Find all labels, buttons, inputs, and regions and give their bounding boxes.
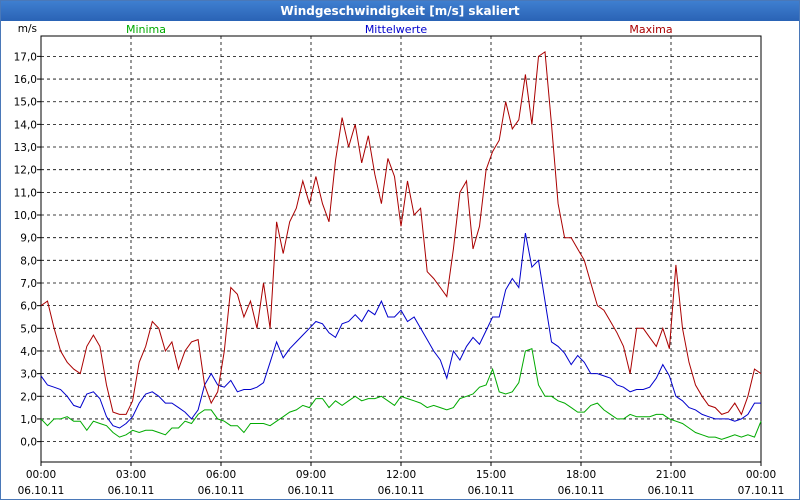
legend-minima: Minima bbox=[126, 23, 166, 36]
ytick-label: 16,0 bbox=[14, 74, 37, 86]
ytick-label: 13,0 bbox=[14, 142, 37, 154]
legend-mittelwerte: Mittelwerte bbox=[365, 23, 428, 36]
tick-labels: 0,0 1,0 2,0 3,0 4,0 5,0 6,0 7,0 8,0 9,0 10,0 11,0 12… bbox=[14, 23, 785, 497]
ytick-label: 6,0 bbox=[20, 301, 37, 313]
xtick-date-label: 07.10.11 bbox=[738, 485, 785, 497]
ytick-label: 2,0 bbox=[20, 391, 37, 403]
y-unit-label: m/s bbox=[18, 23, 37, 35]
xtick-date-label: 06.10.11 bbox=[648, 485, 695, 497]
xtick-time-label: 09:00 bbox=[296, 469, 326, 481]
ytick-label: 1,0 bbox=[20, 414, 37, 426]
ytick-label: 14,0 bbox=[14, 119, 37, 131]
ytick-label: 4,0 bbox=[20, 346, 37, 358]
ytick-label: 5,0 bbox=[20, 323, 37, 335]
ytick-label: 7,0 bbox=[20, 278, 37, 290]
ytick-label: 8,0 bbox=[20, 255, 37, 267]
xtick-time-label: 21:00 bbox=[656, 469, 686, 481]
ytick-label: 9,0 bbox=[20, 233, 37, 245]
xtick-time-label: 00:00 bbox=[746, 469, 776, 481]
ytick-label: 0,0 bbox=[20, 437, 37, 449]
ytick-label: 11,0 bbox=[14, 187, 37, 199]
xtick-time-label: 06:00 bbox=[206, 469, 236, 481]
legend-maxima: Maxima bbox=[629, 23, 672, 36]
xtick-date-label: 06.10.11 bbox=[378, 485, 425, 497]
ytick-label: 15,0 bbox=[14, 97, 37, 109]
xtick-time-label: 03:00 bbox=[116, 469, 146, 481]
ytick-label: 3,0 bbox=[20, 369, 37, 381]
xtick-time-label: 12:00 bbox=[386, 469, 416, 481]
xtick-date-label: 06.10.11 bbox=[468, 485, 515, 497]
ytick-label: 10,0 bbox=[14, 210, 37, 222]
wind-speed-chart: 0,0 1,0 2,0 3,0 4,0 5,0 6,0 7,0 8,0 9,0 10,0 11,0 12… bbox=[14, 23, 785, 497]
window-title: Windgeschwindigkeit [m/s] skaliert bbox=[1, 1, 799, 21]
xtick-date-label: 06.10.11 bbox=[558, 485, 605, 497]
ytick-label: 17,0 bbox=[14, 51, 37, 63]
xtick-date-label: 06.10.11 bbox=[18, 485, 65, 497]
xtick-time-label: 15:00 bbox=[476, 469, 506, 481]
chart-window: Windgeschwindigkeit [m/s] skaliert 0,0 1,… bbox=[0, 0, 800, 500]
ytick-label: 12,0 bbox=[14, 165, 37, 177]
xtick-time-label: 00:00 bbox=[26, 469, 56, 481]
grid bbox=[41, 36, 761, 462]
xtick-date-label: 06.10.11 bbox=[108, 485, 155, 497]
legend: Minima Mittelwerte Maxima bbox=[126, 23, 673, 36]
axes bbox=[37, 35, 762, 466]
xtick-date-label: 06.10.11 bbox=[288, 485, 335, 497]
xtick-time-label: 18:00 bbox=[566, 469, 596, 481]
xtick-date-label: 06.10.11 bbox=[198, 485, 245, 497]
